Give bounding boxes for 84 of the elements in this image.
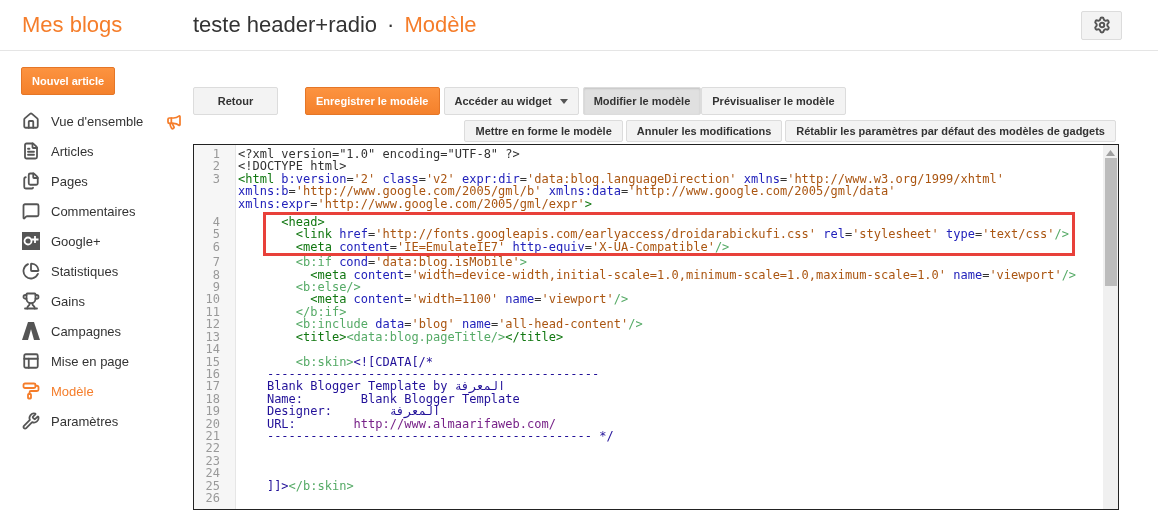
slanted-bars-icon xyxy=(22,322,40,340)
code-line: Blank Blogger Template by المعرفة xyxy=(265,380,506,393)
line-number: 3 xyxy=(211,172,220,188)
sidebar-item[interactable]: Paramètres xyxy=(21,406,193,436)
scrollbar[interactable] xyxy=(1103,145,1118,509)
sidebar-item[interactable]: Statistiques xyxy=(21,256,193,286)
line-number: 5 xyxy=(211,228,220,241)
line-number: 7 xyxy=(211,256,220,269)
line-number: 19 xyxy=(204,405,220,418)
code-editor[interactable] xyxy=(193,144,1119,510)
sidebar-item[interactable]: Pages xyxy=(21,166,193,196)
back-button[interactable]: Retour xyxy=(193,87,278,115)
code-line: ---------------------------------------------- xyxy=(265,367,601,381)
scrollbar-thumb[interactable] xyxy=(1104,158,1117,286)
editor-action-button[interactable]: Mettre en forme le modèle xyxy=(464,120,623,142)
editor-action-button[interactable]: Rétablir les paramètres par défaut des modèles de gadgets xyxy=(785,120,1116,142)
line-number: 9 xyxy=(212,281,220,294)
mode-tab[interactable]: Prévisualiser le modèle xyxy=(701,87,846,115)
settings-button[interactable] xyxy=(1081,10,1122,40)
title-separator: · xyxy=(387,12,395,38)
widget-dropdown[interactable]: Accéder au widget xyxy=(443,87,579,115)
plus-square-icon xyxy=(22,232,40,250)
blog-title: teste header+radio xyxy=(193,12,378,38)
line-number: 6 xyxy=(211,240,220,254)
home-icon xyxy=(22,112,40,130)
line-number: 13 xyxy=(204,330,220,344)
line-number: 14 xyxy=(204,343,220,356)
line-number: 22 xyxy=(204,442,220,455)
code-line: <b:skin><![CDATA[/* xyxy=(294,355,435,368)
code-line: <b:include data='blog' name='all-head-content'/> xyxy=(294,318,644,331)
line-number: 26 xyxy=(204,491,220,505)
line-number: 20 xyxy=(204,417,220,430)
sidebar-item[interactable]: Google+ xyxy=(21,226,193,256)
sidebar-item[interactable]: Campagnes xyxy=(21,316,193,346)
trophy-icon xyxy=(22,292,40,310)
code-line: Designer: المعرفة xyxy=(265,405,441,418)
code-line: <!DOCTYPE html> xyxy=(238,160,348,173)
line-number: 17 xyxy=(204,380,220,393)
code-line: <?xml version="1.0" encoding="UTF-8" ?> xyxy=(238,148,521,161)
code-line: <b:else/> xyxy=(294,281,361,294)
line-number: 18 xyxy=(204,392,220,406)
sidebar-item[interactable]: Articles xyxy=(21,136,193,166)
code-line: <html b:version='2' class='v2' expr:dir='data:blog.languageDirection' xmlns='http://www.w3.org/1999/xhtml' xmlns:b='http://www.google.com/2005/gml/b' xmlns:data='http://www.google.com/2005/gml/data' xmlns:expr='http://www.google.com/2005/gml/expr'> xyxy=(238,172,1005,211)
line-number: 11 xyxy=(204,305,220,319)
pie-chart-icon xyxy=(22,262,40,280)
megaphone-icon[interactable] xyxy=(166,114,182,130)
paint-roller-icon xyxy=(22,382,40,400)
line-number: 25 xyxy=(204,479,220,492)
wrench-icon xyxy=(22,412,40,430)
sidebar-item[interactable]: Mise en page xyxy=(21,346,193,376)
line-number: 8 xyxy=(211,268,220,282)
line-number: 16 xyxy=(204,367,220,381)
code-line: </b:if> xyxy=(294,305,347,319)
code-line: ]]></b:skin> xyxy=(265,479,355,492)
layout-icon xyxy=(22,352,40,370)
sidebar-item[interactable]: Vue d'ensemble xyxy=(21,106,193,136)
line-number: 24 xyxy=(204,467,220,480)
speech-bubble-icon xyxy=(22,202,40,220)
code-line: URL: http://www.almaarifaweb.com/ xyxy=(265,417,557,430)
sidebar-item[interactable]: Commentaires xyxy=(21,196,193,226)
page-title: Modèle xyxy=(404,12,477,38)
code-line: <meta content='width=1100' name='viewport'/> xyxy=(310,293,630,306)
line-number: 2 xyxy=(211,160,220,173)
line-number: 10 xyxy=(204,293,220,306)
line-number: 1 xyxy=(211,148,220,161)
code-line: <head> xyxy=(280,216,325,229)
code-line: <link href='http://fonts.googleapis.com/earlyaccess/droidarabickufi.css' rel='stylesheet' type='text/css'/> xyxy=(294,228,1070,241)
line-number: 23 xyxy=(204,454,220,468)
document-icon xyxy=(22,142,40,160)
editor-action-button[interactable]: Annuler les modifications xyxy=(625,120,783,142)
line-number: 12 xyxy=(204,318,220,331)
line-number: 21 xyxy=(204,429,220,443)
gear-icon xyxy=(1092,16,1111,34)
code-line: Name: Blank Blogger Template xyxy=(265,392,521,406)
code-line: <meta content='width=device-width,initial-scale=1.0,minimum-scale=1.0,maximum-scale=1.0' name='viewport'/> xyxy=(310,268,1078,282)
line-number: 4 xyxy=(211,216,220,229)
pages-icon xyxy=(22,172,40,190)
code-line: <b:if cond='data:blog.isMobile'> xyxy=(294,256,527,269)
mode-tab[interactable]: Modifier le modèle xyxy=(582,87,702,115)
caret-icon xyxy=(559,98,568,104)
code-line: <title><data:blog.pageTitle/></title> xyxy=(294,330,565,344)
sidebar-item[interactable]: Gains xyxy=(21,286,193,316)
line-number: 15 xyxy=(204,355,220,368)
scroll-up-icon[interactable] xyxy=(1106,150,1115,156)
